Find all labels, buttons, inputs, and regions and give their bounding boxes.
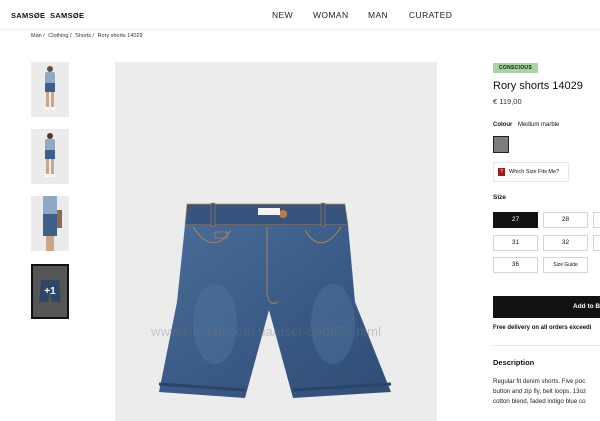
product-title: Rory shorts 14029 xyxy=(493,80,583,92)
delivery-info: Free delivery on all orders exceedi xyxy=(493,325,592,331)
watermark-text: www.kidstaff.com.ua/user-860875.html xyxy=(151,324,382,339)
size-guide-button[interactable]: Size Guide xyxy=(543,257,588,273)
model-front-image xyxy=(45,66,55,110)
breadcrumb-man[interactable]: Man / xyxy=(31,33,45,39)
which-size-fits-button[interactable]: ? Which Size Fits Me? xyxy=(493,162,569,182)
nav-curated[interactable]: CURATED xyxy=(409,10,452,20)
size-28-button[interactable]: 28 xyxy=(543,212,588,228)
description-line: cotton blend, faded indigo blue co xyxy=(493,398,586,405)
nav-man[interactable]: MAN xyxy=(368,10,388,20)
breadcrumb: Man / Clothing / Shorts / Rory shorts 14… xyxy=(31,33,145,39)
size-27-button[interactable]: 27 xyxy=(493,212,538,228)
breadcrumb-clothing[interactable]: Clothing / xyxy=(48,33,71,39)
brand-logo[interactable]: SAMSØE xyxy=(11,11,45,20)
breadcrumb-current: Rory shorts 14029 xyxy=(97,33,143,39)
description-title: Description xyxy=(493,358,535,367)
divider xyxy=(493,345,600,346)
description-text: Regular fit denim shorts. Five poc butto… xyxy=(493,377,600,407)
nav-new[interactable]: NEW xyxy=(272,10,293,20)
size-fit-label: Which Size Fits Me? xyxy=(509,169,560,175)
model-back-image xyxy=(45,133,55,177)
breadcrumb-shorts[interactable]: Shorts / xyxy=(75,33,94,39)
size-32-button[interactable]: 32 xyxy=(543,235,588,251)
description-line: Regular fit denim shorts. Five poc xyxy=(493,378,586,385)
colour-value: Medium marble xyxy=(518,122,560,128)
main-product-image[interactable]: www.kidstaff.com.ua/user-860875.html xyxy=(115,62,437,421)
brand-logo-secondary[interactable]: SAMSØE xyxy=(50,11,84,20)
denim-shorts-image xyxy=(158,202,392,398)
colour-info: Colour Medium marble xyxy=(493,122,559,128)
colour-label: Colour xyxy=(493,122,513,128)
size-33-button-partial[interactable] xyxy=(593,235,600,251)
product-price: € 119,00 xyxy=(493,97,522,106)
size-29-button-partial[interactable] xyxy=(593,212,600,228)
size-fit-icon: ? xyxy=(498,168,505,176)
size-36-button[interactable]: 36 xyxy=(493,257,538,273)
size-31-button[interactable]: 31 xyxy=(493,235,538,251)
model-side-image xyxy=(43,196,62,251)
add-to-bag-button[interactable]: Add to B xyxy=(493,296,600,318)
thumbnail-back[interactable] xyxy=(31,129,69,184)
colour-swatch-medium-marble[interactable] xyxy=(493,136,509,153)
thumbnail-more[interactable]: +1 xyxy=(31,264,69,319)
nav-woman[interactable]: WOMAN xyxy=(313,10,349,20)
thumbnail-front[interactable] xyxy=(31,62,69,117)
more-images-count: +1 xyxy=(44,286,56,297)
size-label: Size xyxy=(493,194,507,201)
conscious-badge: CONSCIOUS xyxy=(493,63,538,73)
description-line: button and zip fly, belt loops. 13oz xyxy=(493,388,587,395)
site-header: SAMSØE SAMSØE NEW WOMAN MAN CURATED xyxy=(0,0,600,30)
thumbnail-side[interactable] xyxy=(31,196,69,251)
